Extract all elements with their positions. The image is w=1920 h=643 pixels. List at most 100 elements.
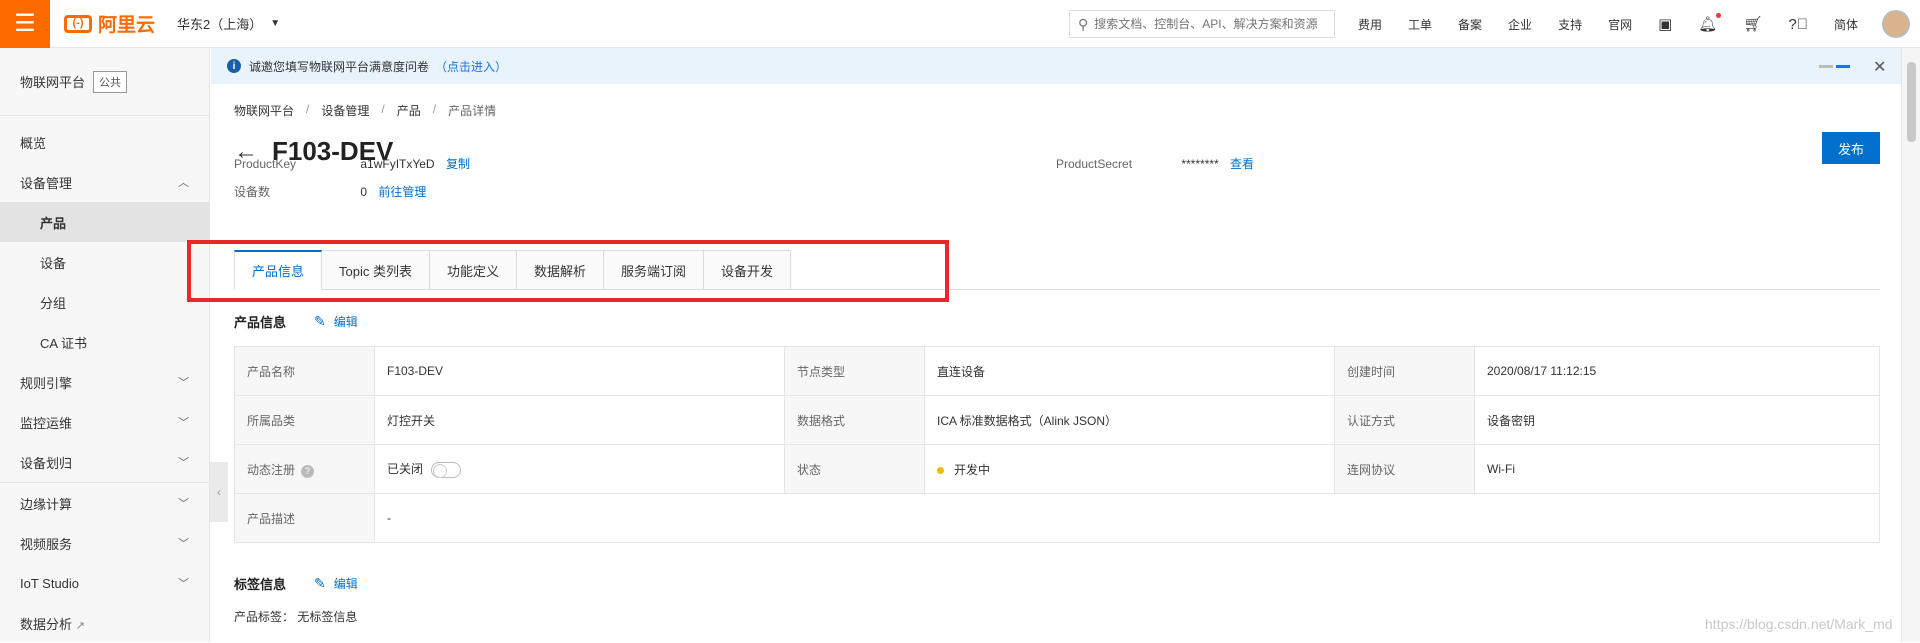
terminal-icon[interactable]: ▣: [1658, 15, 1672, 33]
sidebar-item-monitoring[interactable]: 监控运维 ﹀: [0, 402, 209, 442]
table-row: 产品名称 F103-DEV 节点类型 直连设备 创建时间 2020/08/17 …: [234, 346, 1880, 396]
external-link-icon: ↗: [75, 619, 85, 632]
field-label: 连网协议: [1334, 444, 1475, 494]
sidebar-item-rule-engine[interactable]: 规则引擎 ﹀: [0, 362, 209, 402]
sidebar-item-label: 产品: [40, 215, 67, 231]
field-value: Wi-Fi: [1474, 444, 1880, 494]
field-value: -: [374, 493, 1880, 543]
sidebar-item-data-analysis[interactable]: 数据分析 ↗: [0, 603, 209, 643]
pencil-icon: ✎: [314, 575, 326, 591]
device-count-value: 0: [360, 185, 368, 199]
search-box[interactable]: ⚲: [1069, 10, 1335, 38]
copy-link[interactable]: 复制: [446, 157, 470, 171]
field-label: 状态: [784, 444, 925, 494]
link-enterprise[interactable]: 企业: [1508, 16, 1532, 33]
section-title: 标签信息: [234, 577, 287, 592]
help-icon[interactable]: ?: [301, 464, 315, 478]
sidebar-item-label: 边缘计算: [20, 496, 73, 512]
carousel-indicator[interactable]: [1819, 65, 1853, 68]
scrollbar-thumb[interactable]: [1907, 62, 1916, 142]
carousel-dot-active[interactable]: [1836, 65, 1850, 68]
sidebar-item-groups[interactable]: 分组: [0, 282, 209, 322]
sidebar-item-edge-computing[interactable]: 边缘计算 ﹀: [0, 483, 209, 523]
breadcrumb-current: 产品详情: [448, 104, 497, 118]
cart-icon[interactable]: 🛒︎: [1743, 15, 1762, 33]
search-input[interactable]: [1094, 17, 1325, 31]
top-links: 费用 工单 备案 企业 支持 官网 ▣ 🔔︎ 🛒︎ ?⃝ 简体: [1358, 0, 1884, 48]
link-fees[interactable]: 费用: [1358, 16, 1382, 33]
tab-server-subscription[interactable]: 服务端订阅: [604, 250, 705, 290]
aliyun-logo[interactable]: (-) 阿里云: [64, 10, 155, 37]
manage-devices-link[interactable]: 前往管理: [378, 185, 426, 199]
notice-link[interactable]: （点击进入）: [435, 58, 507, 75]
link-icp[interactable]: 备案: [1458, 16, 1482, 33]
sidebar-item-label: 视频服务: [20, 536, 73, 552]
field-value: ICA 标准数据格式（Alink JSON）: [924, 395, 1335, 445]
sidebar-item-devices[interactable]: 设备: [0, 242, 209, 282]
breadcrumb-item[interactable]: 产品: [397, 102, 421, 119]
chevron-left-icon: ‹: [217, 485, 221, 499]
sidebar-item-device-assign[interactable]: 设备划归 ﹀: [0, 442, 209, 482]
publish-button[interactable]: 发布: [1822, 132, 1880, 164]
product-secret-value: ********: [1181, 157, 1219, 171]
breadcrumb-item[interactable]: 设备管理: [321, 102, 369, 119]
tab-data-parsing[interactable]: 数据解析: [517, 250, 605, 290]
hamburger-icon: ☰: [14, 10, 36, 37]
edit-tags-button[interactable]: ✎ 编辑: [314, 575, 358, 592]
sidebar-item-label: 规则引擎: [20, 375, 73, 391]
sidebar-item-label: 设备: [40, 255, 67, 271]
sidebar-item-label: 设备管理: [20, 175, 73, 191]
scrollbar[interactable]: [1901, 48, 1920, 642]
view-secret-link[interactable]: 查看: [1230, 157, 1254, 171]
link-official-site[interactable]: 官网: [1608, 16, 1632, 33]
field-label: 节点类型: [784, 346, 925, 396]
instance-badge[interactable]: 公共: [93, 70, 128, 93]
edit-product-info-button[interactable]: ✎ 编辑: [314, 313, 358, 330]
watermark: https://blog.csdn.net/Mark_md: [1705, 616, 1893, 632]
region-label: 华东2（上海）: [177, 17, 263, 32]
chevron-down-icon: ﹀: [178, 417, 189, 429]
dynamic-register-toggle[interactable]: [431, 461, 462, 478]
sidebar-collapse-handle[interactable]: ‹: [210, 462, 228, 522]
sidebar-item-device-management[interactable]: 设备管理 ︿: [0, 162, 209, 202]
field-value: 已关闭: [387, 462, 424, 477]
field-label-cell: 动态注册?: [234, 444, 375, 494]
tab-product-info[interactable]: 产品信息: [234, 250, 323, 290]
sidebar-item-ca-cert[interactable]: CA 证书: [0, 322, 209, 362]
link-support[interactable]: 支持: [1558, 16, 1582, 33]
platform-name: 物联网平台: [20, 75, 86, 90]
language-switch[interactable]: 简体: [1834, 16, 1858, 33]
edit-label: 编辑: [333, 315, 358, 329]
notification-dot: [1716, 13, 1722, 18]
close-icon[interactable]: ✕: [1873, 57, 1886, 77]
chevron-down-icon: ﹀: [178, 457, 189, 469]
product-key-value: a1wFyITxYeD: [360, 157, 435, 171]
sidebar-item-label-wrap: 数据分析 ↗: [20, 614, 85, 633]
product-info-table: 产品名称 F103-DEV 节点类型 直连设备 创建时间 2020/08/17 …: [234, 346, 1880, 543]
breadcrumb: 物联网平台 / 设备管理 / 产品 / 产品详情: [234, 102, 496, 119]
table-row: 动态注册? 已关闭 状态 开发中 连网协议 Wi-Fi: [234, 444, 1880, 494]
sidebar-item-overview[interactable]: 概览: [0, 122, 209, 162]
carousel-dot[interactable]: [1819, 65, 1833, 68]
tab-device-development[interactable]: 设备开发: [704, 250, 792, 290]
search-icon: ⚲: [1078, 15, 1089, 32]
tab-function-definition[interactable]: 功能定义: [429, 250, 517, 290]
tab-bar: 产品信息 Topic 类列表 功能定义 数据解析 服务端订阅 设备开发: [234, 250, 1880, 290]
help-icon[interactable]: ?⃝: [1788, 16, 1808, 33]
breadcrumb-item[interactable]: 物联网平台: [234, 102, 294, 119]
edit-label: 编辑: [333, 577, 358, 591]
field-label: 产品描述: [234, 493, 375, 543]
bell-icon[interactable]: 🔔︎: [1698, 13, 1722, 33]
sidebar-item-iot-studio[interactable]: IoT Studio ﹀: [0, 563, 209, 603]
avatar[interactable]: [1882, 10, 1910, 38]
link-tickets[interactable]: 工单: [1408, 16, 1432, 33]
field-value-cell: 开发中: [924, 444, 1335, 494]
region-selector[interactable]: 华东2（上海） ▼: [177, 14, 280, 33]
sidebar-item-products[interactable]: 产品: [0, 202, 209, 242]
caret-down-icon: ▼: [270, 18, 281, 29]
field-label: 动态注册: [247, 462, 296, 477]
tab-topic-list[interactable]: Topic 类列表: [322, 250, 430, 290]
menu-icon[interactable]: ☰: [0, 0, 50, 48]
sidebar-item-video-service[interactable]: 视频服务 ﹀: [0, 523, 209, 563]
product-key-row: ProductKey a1wFyITxYeD 复制: [234, 155, 470, 172]
